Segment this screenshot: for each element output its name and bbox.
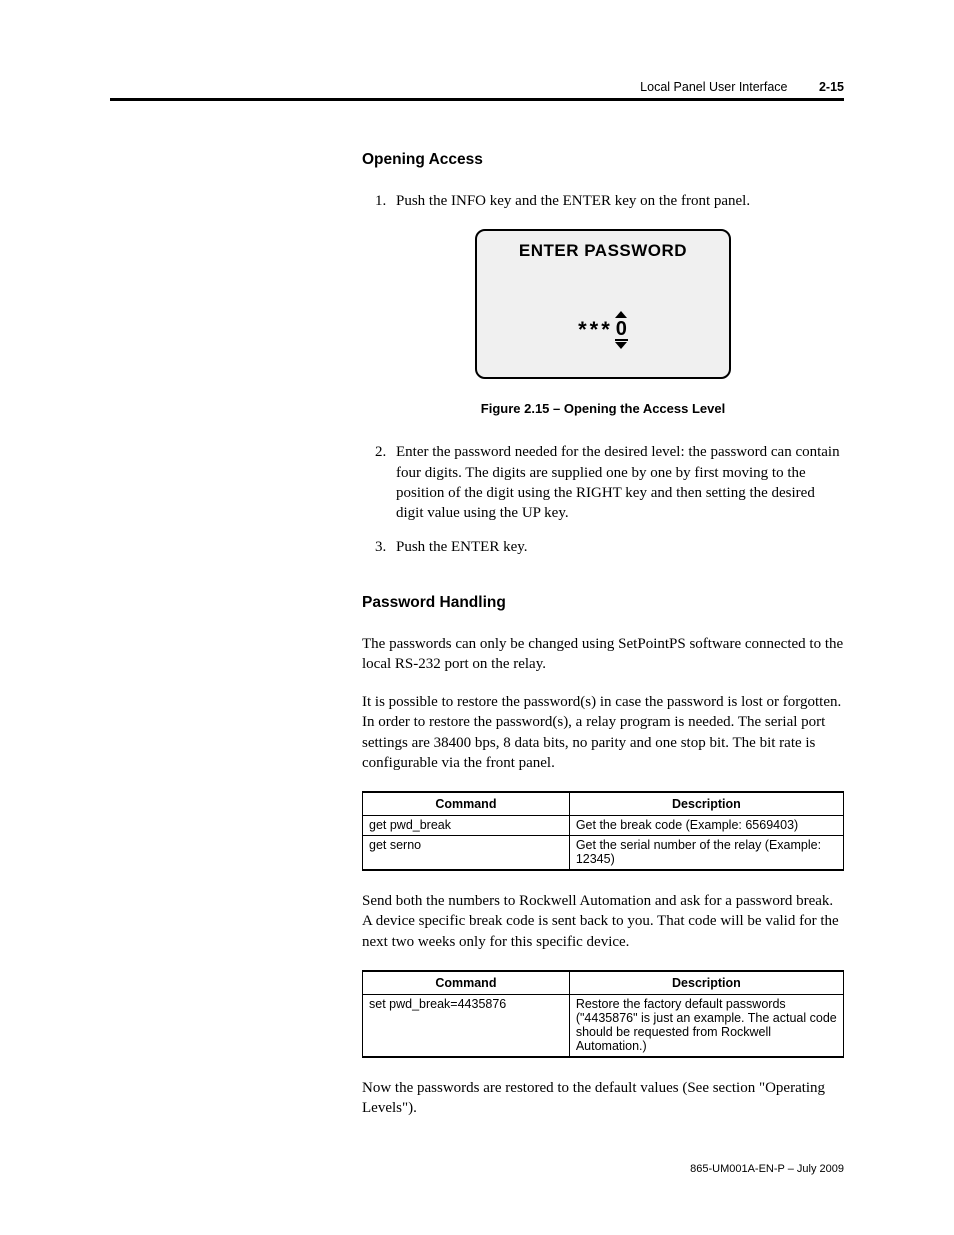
table-row: get pwd_break Get the break code (Exampl…	[363, 816, 844, 836]
cell-description: Get the serial number of the relay (Exam…	[569, 836, 843, 871]
section-heading-password-handling: Password Handling	[362, 594, 844, 612]
cell-command: get serno	[363, 836, 570, 871]
password-entry-row: *** 0	[477, 311, 729, 349]
active-digit-selector: 0	[615, 311, 628, 349]
paragraph: The passwords can only be changed using …	[362, 634, 844, 675]
step-2: Enter the password needed for the desire…	[390, 442, 844, 523]
table-row: get serno Get the serial number of the r…	[363, 836, 844, 871]
arrow-up-icon	[615, 311, 627, 318]
commands-table-1: Command Description get pwd_break Get th…	[362, 791, 844, 871]
footer-docid: 865-UM001A-EN-P – July 2009	[690, 1163, 844, 1175]
header-title: Local Panel User Interface	[640, 80, 787, 94]
active-digit: 0	[615, 319, 628, 341]
commands-table-2: Command Description set pwd_break=443587…	[362, 970, 844, 1058]
table-header-command: Command	[363, 792, 570, 816]
lcd-panel-figure: ENTER PASSWORD *** 0	[475, 229, 731, 379]
figure-caption: Figure 2.15 – Opening the Access Level	[481, 401, 725, 416]
section-heading-opening-access: Opening Access	[362, 151, 844, 169]
running-header: Local Panel User Interface 2-15	[110, 80, 844, 101]
step-1: Push the INFO key and the ENTER key on t…	[390, 191, 844, 211]
table-row: set pwd_break=4435876 Restore the factor…	[363, 994, 844, 1057]
cell-command: set pwd_break=4435876	[363, 994, 570, 1057]
table-header-description: Description	[569, 971, 843, 995]
lcd-title: ENTER PASSWORD	[477, 241, 729, 261]
table-header-command: Command	[363, 971, 570, 995]
cell-description: Get the break code (Example: 6569403)	[569, 816, 843, 836]
header-page-number: 2-15	[819, 80, 844, 94]
paragraph: Now the passwords are restored to the de…	[362, 1078, 844, 1119]
table-header-description: Description	[569, 792, 843, 816]
cell-command: get pwd_break	[363, 816, 570, 836]
paragraph: It is possible to restore the password(s…	[362, 692, 844, 773]
arrow-down-icon	[615, 342, 627, 349]
step-3: Push the ENTER key.	[390, 537, 844, 557]
paragraph: Send both the numbers to Rockwell Automa…	[362, 891, 844, 952]
masked-digits: ***	[578, 317, 613, 343]
cell-description: Restore the factory default passwords ("…	[569, 994, 843, 1057]
